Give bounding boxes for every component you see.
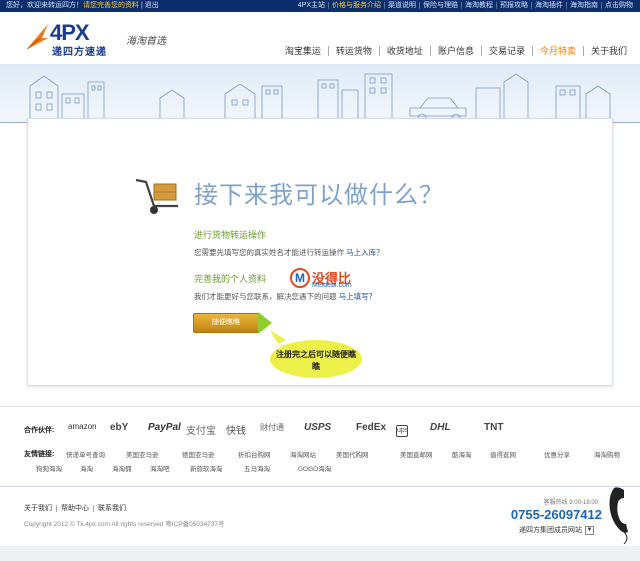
top-link-tutorial[interactable]: 海淘教程 xyxy=(461,2,496,9)
friend-link[interactable]: 五马海淘 xyxy=(244,463,270,473)
top-link-forecast[interactable]: 预报攻略 xyxy=(496,2,531,9)
ups-logo[interactable]: ups xyxy=(396,425,408,437)
hotline-number: 0755-26097412 xyxy=(510,507,602,522)
browse-button[interactable]: 随便瞧瞧 xyxy=(193,313,259,333)
footer-link-about[interactable]: 关于我们 xyxy=(24,505,56,512)
forward-goods-desc: 您需要先填写您的真实姓名才能进行转运操作 马上入库？ xyxy=(194,247,384,258)
friend-link[interactable]: 海淘购物 xyxy=(594,449,620,459)
nav-account-info[interactable]: 账户信息 xyxy=(429,46,481,56)
top-link-guide[interactable]: 海淘指南 xyxy=(566,2,601,9)
complete-profile-desc: 我们才能更好与您联系，解决您遇下的问题 马上填写？ xyxy=(194,291,376,302)
99bill-logo[interactable]: 快钱 xyxy=(226,422,246,437)
top-link-4px-main[interactable]: 4PX主站 xyxy=(295,2,328,9)
tnt-logo[interactable]: TNT xyxy=(484,422,503,433)
nav-receiving-address[interactable]: 收货地址 xyxy=(378,46,430,56)
phone-handset-icon xyxy=(609,487,628,545)
friend-link[interactable]: 酷海淘 xyxy=(452,449,472,459)
group-sites-label: 递四方集团成员网站 xyxy=(519,527,582,534)
fedex-logo[interactable]: FedEx xyxy=(356,422,386,433)
nav-monthly-deals[interactable]: 今月特卖 xyxy=(531,46,583,56)
hotline-label: 客服热线 9:00-18:00 xyxy=(543,500,598,506)
friend-link[interactable]: 值得逛网 xyxy=(490,449,516,459)
ebay-logo[interactable]: ebY xyxy=(110,422,128,433)
amazon-logo[interactable]: amazon xyxy=(68,422,96,431)
nav-transactions[interactable]: 交易记录 xyxy=(480,46,532,56)
top-link-channels[interactable]: 渠道说明 xyxy=(384,2,419,9)
logout-link[interactable]: 退出 xyxy=(145,2,159,9)
friend-link[interactable]: 德国亚马逊 xyxy=(182,449,215,459)
nav-about-us[interactable]: 关于我们 xyxy=(582,46,634,56)
friend-link[interactable]: 新旅软海淘 xyxy=(190,463,223,473)
browse-button-label: 随便瞧瞧 xyxy=(212,319,240,326)
footer-link-contact[interactable]: 联系我们 xyxy=(93,505,130,512)
site-header: 4PX 递四方速递 海淘首选 淘宝集运 转运货物 收货地址 账户信息 交易记录 今月特卖关… xyxy=(0,12,640,64)
friend-link[interactable]: GOGO海淘 xyxy=(298,463,331,473)
complete-profile-title[interactable]: 完善我的个人资料 xyxy=(194,272,266,285)
footer-link-help[interactable]: 帮助中心 xyxy=(56,505,93,512)
copyright: Copyright 2012 © Tk.4px.com All rights r… xyxy=(24,521,225,528)
friend-link[interactable]: 狗狗海淘 xyxy=(36,463,62,473)
top-links: 4PX主站 价格与服务介绍 渠道说明 保险与理赔 海淘教程 预报攻略 海淘插件 海淘指南 点击购… xyxy=(295,0,636,12)
city-banner xyxy=(0,64,640,124)
friend-link[interactable]: 快递单号查询 xyxy=(66,449,105,459)
inbound-now-link[interactable]: 马上入库？ xyxy=(346,248,384,257)
friend-link[interactable]: 海淘佣 xyxy=(112,463,132,473)
friend-link[interactable]: 优惠分享 xyxy=(544,449,570,459)
bubble-tail-icon xyxy=(270,330,286,344)
page-headline: 接下来我可以做什么？ xyxy=(194,182,444,209)
top-link-pricing[interactable]: 价格与服务介绍 xyxy=(328,2,384,9)
logo-arrow-icon xyxy=(26,24,48,50)
watermark-url: Meidebi.com xyxy=(312,282,352,289)
paypal-logo[interactable]: PayPal xyxy=(148,422,181,433)
logo[interactable]: 4PX 递四方速递 xyxy=(24,20,124,58)
friend-link[interactable]: 美国直邮网 xyxy=(400,449,433,459)
partners-section: 合作伙伴: amazon ebY PayPal 支付宝 快钱 财付通 USPS … xyxy=(0,406,640,482)
group-sites-select[interactable]: 递四方集团成员网站 ▼ xyxy=(519,525,594,535)
top-link-plugin[interactable]: 海淘插件 xyxy=(531,2,566,9)
welcome-text: 您好，欢迎来转运四方！请您完善您的资料 | 退出 xyxy=(6,2,159,9)
slogan: 海淘首选 xyxy=(126,36,166,47)
forward-goods-desc-text: 您需要先填写您的真实姓名才能进行转运操作 xyxy=(194,248,344,257)
tenpay-logo[interactable]: 财付通 xyxy=(260,422,284,433)
chevron-down-icon[interactable]: ▼ xyxy=(585,525,594,535)
forward-goods-title[interactable]: 进行货物转运操作 xyxy=(194,228,266,241)
fill-now-link[interactable]: 马上填写？ xyxy=(339,292,377,301)
friend-link[interactable]: 美国代购网 xyxy=(336,449,369,459)
partners-label: 合作伙伴: xyxy=(24,427,55,434)
friend-link[interactable]: 美国亚马逊 xyxy=(126,449,159,459)
main-nav: 淘宝集运 转运货物 收货地址 账户信息 交易记录 今月特卖 关于我们 xyxy=(278,44,634,57)
city-skyline-illustration xyxy=(0,73,640,123)
friend-links-label: 友情链接: xyxy=(24,451,55,458)
nav-taobao-consolidation[interactable]: 淘宝集运 xyxy=(278,46,328,56)
nav-forward-goods[interactable]: 转运货物 xyxy=(327,46,379,56)
top-link-insurance[interactable]: 保险与理赔 xyxy=(419,2,461,9)
friend-link[interactable]: 海淘网站 xyxy=(290,449,316,459)
friend-link[interactable]: 折扣台购网 xyxy=(238,449,271,459)
friend-link[interactable]: 海淘吧 xyxy=(150,463,170,473)
alipay-logo[interactable]: 支付宝 xyxy=(186,422,216,437)
footer-links: 关于我们 帮助中心 联系我们 xyxy=(24,503,130,513)
friend-link[interactable]: 海淘 xyxy=(80,463,93,473)
top-link-shop[interactable]: 点击购物 xyxy=(601,2,636,9)
bottom-strip xyxy=(0,546,640,561)
meidebi-logo-icon: M xyxy=(290,268,310,288)
complete-profile-desc-text: 我们才能更好与您联系，解决您遇下的问题 xyxy=(194,292,337,301)
logo-subtext: 递四方速递 xyxy=(52,47,107,58)
welcome-message: 您好，欢迎来转运四方！ xyxy=(6,2,83,9)
hand-truck-icon xyxy=(135,178,178,214)
top-bar: 您好，欢迎来转运四方！请您完善您的资料 | 退出 4PX主站 价格与服务介绍 渠道说… xyxy=(0,0,640,12)
bubble-text: 注册完之后可以随便瞧瞧 xyxy=(276,350,356,371)
usps-logo[interactable]: USPS xyxy=(304,422,331,433)
complete-profile-link[interactable]: 请您完善您的资料 xyxy=(83,2,139,9)
dhl-logo[interactable]: DHL xyxy=(430,422,451,433)
